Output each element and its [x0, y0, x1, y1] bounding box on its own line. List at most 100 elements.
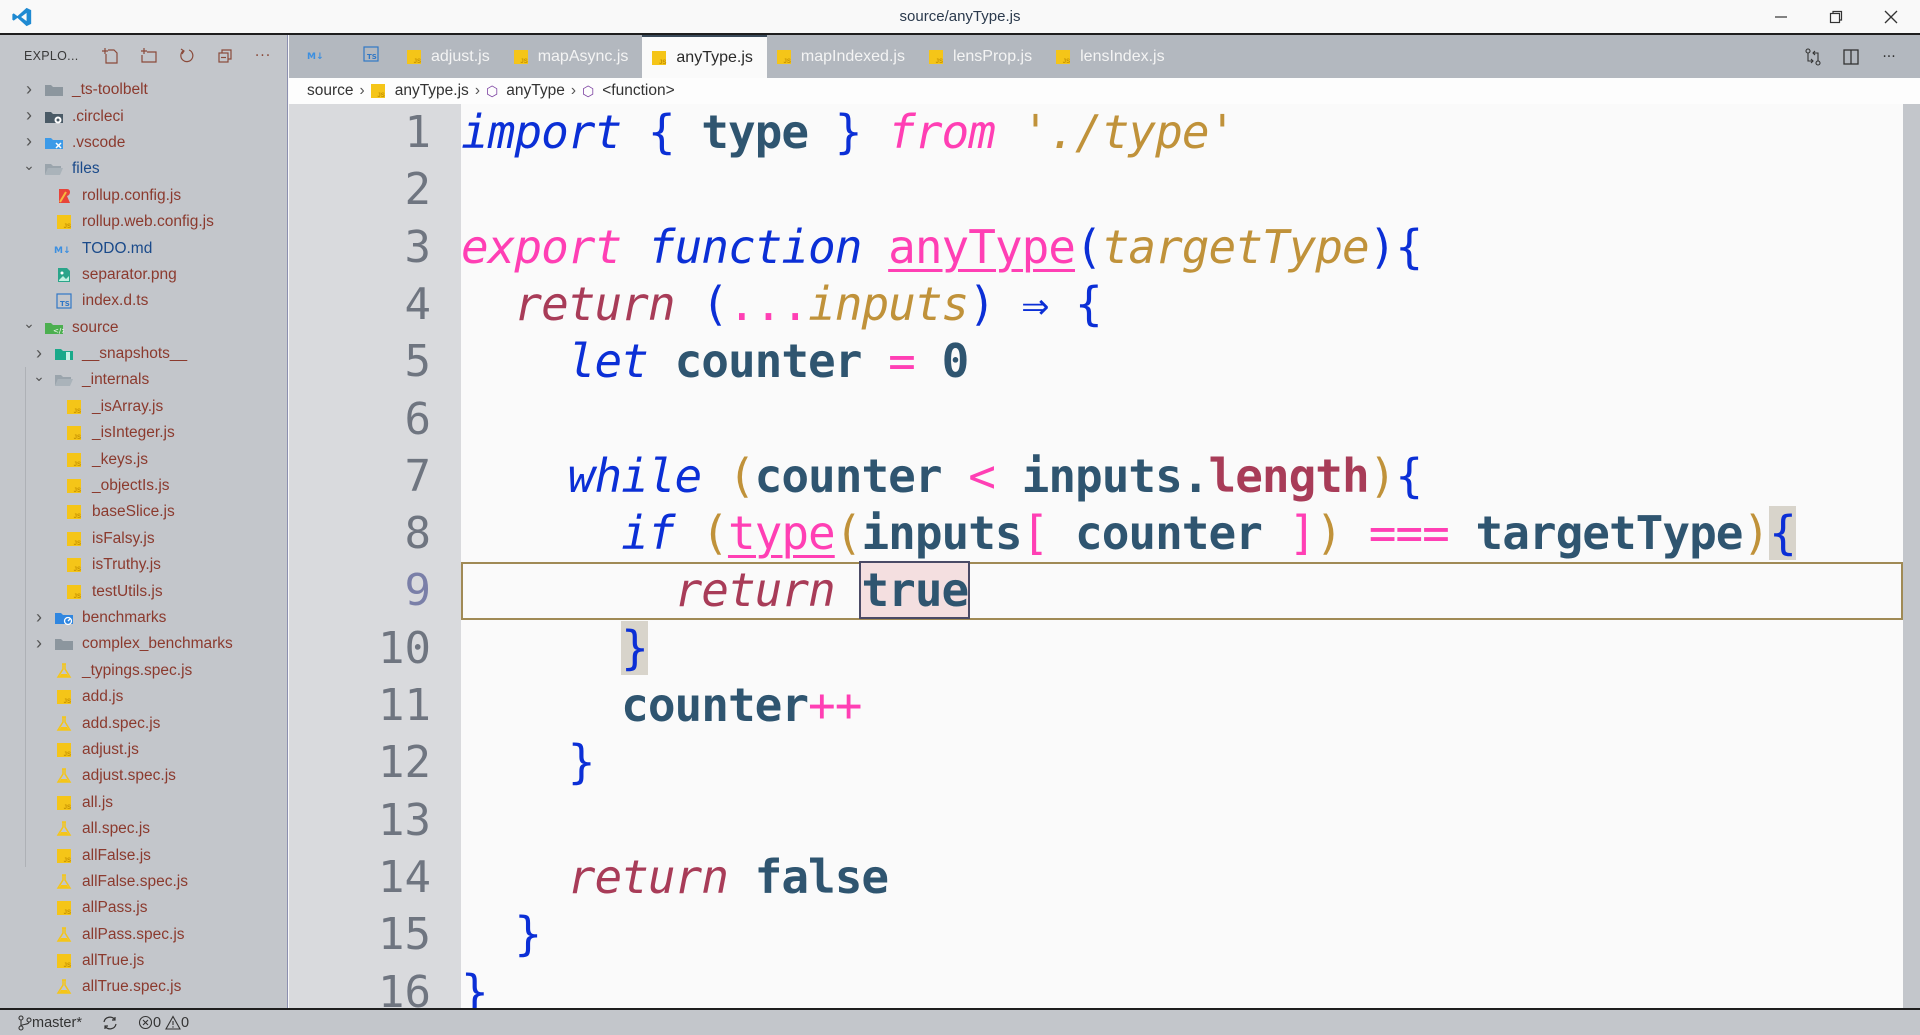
file-item[interactable]: add.spec.js — [0, 710, 287, 736]
file-item[interactable]: all.js — [0, 790, 287, 816]
tab-typescript[interactable]: TS — [345, 35, 397, 78]
tab-mapasync-js[interactable]: mapAsync.js — [504, 35, 643, 78]
tab-anytype-js[interactable]: anyType.js — [642, 35, 767, 78]
js-icon — [54, 742, 74, 758]
chevron-down-icon: ⌄ — [33, 367, 45, 384]
breadcrumb-separator-icon: › — [359, 82, 365, 99]
file-item[interactable]: testUtils.js — [0, 578, 287, 604]
file-item[interactable]: isTruthy.js — [0, 552, 287, 578]
file-item[interactable]: _keys.js — [0, 446, 287, 472]
git-branch-status[interactable]: master* — [18, 1015, 82, 1031]
tab-label: lensIndex.js — [1080, 47, 1165, 65]
file-item[interactable]: TS index.d.ts — [0, 288, 287, 314]
file-item[interactable]: _objectIs.js — [0, 473, 287, 499]
explorer-header: EXPLO... ··· — [0, 35, 287, 77]
js-file-icon — [57, 690, 71, 705]
folder-item[interactable]: › .circleci — [0, 103, 287, 129]
file-item[interactable]: allTrue.spec.js — [0, 974, 287, 1000]
file-item[interactable]: _isInteger.js — [0, 420, 287, 446]
code-token: counter — [754, 448, 943, 503]
close-button[interactable] — [1876, 5, 1906, 29]
folder-item[interactable]: › .vscode — [0, 130, 287, 156]
folder-item[interactable]: › complex_benchmarks — [0, 631, 287, 657]
file-item[interactable]: isFalsy.js — [0, 526, 287, 552]
file-item[interactable]: rollup.config.js — [0, 183, 287, 209]
file-item[interactable]: rollup.web.config.js — [0, 209, 287, 235]
refresh-button[interactable] — [168, 44, 206, 68]
image-icon — [54, 267, 74, 283]
file-item[interactable]: add.js — [0, 684, 287, 710]
file-item[interactable]: all.spec.js — [0, 816, 287, 842]
item-label: allPass.js — [82, 899, 148, 917]
new-folder-button[interactable] — [130, 44, 168, 68]
vertical-scrollbar[interactable] — [1903, 104, 1920, 1008]
split-editor-button[interactable] — [1832, 48, 1870, 66]
folder-item[interactable]: › benchmarks — [0, 605, 287, 631]
file-item[interactable]: baseSlice.js — [0, 499, 287, 525]
file-item[interactable]: separator.png — [0, 262, 287, 288]
folder-item[interactable]: ⌄ _internals — [0, 367, 287, 393]
tab-adjust-js[interactable]: adjust.js — [397, 35, 504, 78]
line-number: 16 — [378, 966, 431, 1009]
code-token: targetType — [1475, 506, 1744, 561]
restore-button[interactable] — [1821, 5, 1851, 29]
file-item[interactable]: allFalse.spec.js — [0, 869, 287, 895]
code-token: . — [1181, 448, 1210, 503]
code-editor[interactable]: 1 2 3 4 5 6 7 8 9 10 11 12 13 14 15 16 import { type } … — [289, 104, 1920, 1008]
test-icon — [54, 926, 74, 943]
file-item[interactable]: _isArray.js — [0, 394, 287, 420]
code-token: from — [888, 105, 996, 159]
file-item[interactable]: allTrue.js — [0, 948, 287, 974]
file-item[interactable]: M↓ TODO.md — [0, 235, 287, 261]
file-item[interactable]: _typings.spec.js — [0, 658, 287, 684]
file-item[interactable]: adjust.spec.js — [0, 763, 287, 789]
tab-mapindexed-js[interactable]: mapIndexed.js — [767, 35, 919, 78]
problems-status[interactable]: 0 0 — [138, 1015, 189, 1031]
breadcrumb-item[interactable]: ⬡ <function> — [582, 82, 675, 100]
folder-item[interactable]: › _ts-toolbelt — [0, 77, 287, 103]
new-file-button[interactable] — [92, 44, 130, 68]
tab-lensprop-js[interactable]: lensProp.js — [919, 35, 1046, 78]
folder-item[interactable]: ⌄ </> source — [0, 315, 287, 341]
more-editor-actions-button[interactable]: ··· — [1870, 49, 1908, 65]
code-token: ( — [701, 506, 729, 561]
breadcrumb-item[interactable]: ⬡ anyType — [486, 82, 565, 100]
item-label: rollup.web.config.js — [82, 213, 214, 231]
js-icon — [64, 399, 84, 415]
js-icon — [64, 557, 84, 573]
code-token: while — [567, 448, 702, 503]
folder-item[interactable]: ⌄ files — [0, 156, 287, 182]
code-token: ) — [1368, 448, 1397, 503]
breadcrumb-item[interactable]: anyType.js — [370, 82, 469, 100]
more-actions-button[interactable]: ··· — [244, 44, 282, 68]
minimize-button[interactable] — [1766, 5, 1796, 29]
git-branch-icon — [18, 1014, 32, 1031]
tab-lensindex-js[interactable]: lensIndex.js — [1046, 35, 1179, 78]
file-item[interactable]: adjust.js — [0, 737, 287, 763]
js-file-icon — [67, 399, 81, 415]
file-item[interactable]: allPass.js — [0, 895, 287, 921]
code-area[interactable]: import { type } from './type' export func… — [461, 104, 1903, 1008]
typescript-icon: TS — [363, 46, 379, 67]
breadcrumb-item[interactable]: source — [307, 82, 354, 100]
code-line: } — [461, 620, 649, 677]
line-number: 9 — [404, 565, 432, 617]
sync-button[interactable] — [102, 1015, 118, 1031]
folder-item[interactable]: › __snapshots__ — [0, 341, 287, 367]
tab-markdown[interactable]: M↓ — [289, 35, 345, 78]
file-item[interactable]: allPass.spec.js — [0, 922, 287, 948]
collapse-all-button[interactable] — [206, 44, 244, 68]
folder-benchmarks-icon — [54, 610, 74, 626]
code-line: if (type(inputs[ counter ]) === targetTy… — [461, 505, 1797, 562]
item-label: complex_benchmarks — [82, 635, 233, 653]
line-number: 8 — [404, 508, 432, 560]
svg-text:TS: TS — [367, 53, 377, 61]
new-file-icon — [102, 48, 118, 64]
item-label: .vscode — [72, 133, 126, 151]
code-token: === — [1368, 506, 1450, 561]
file-item[interactable]: allFalse.js — [0, 842, 287, 868]
open-changes-button[interactable] — [1794, 47, 1832, 66]
item-label: benchmarks — [82, 609, 167, 626]
js-file-icon — [67, 479, 81, 494]
